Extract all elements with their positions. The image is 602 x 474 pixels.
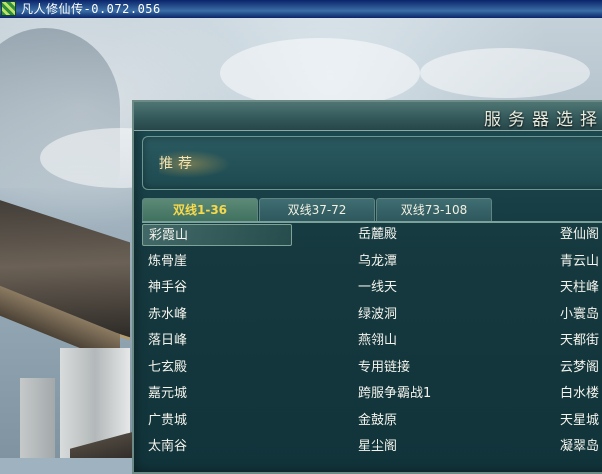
- server-item[interactable]: 嘉元城: [142, 383, 292, 405]
- recommend-box: 推荐: [142, 136, 602, 190]
- server-item[interactable]: 小寰岛: [554, 304, 602, 326]
- server-item[interactable]: 金鼓原: [352, 410, 502, 432]
- server-item[interactable]: 岳麓殿: [352, 224, 502, 246]
- panel-title: 服务器选择: [484, 110, 602, 130]
- recommend-label: 推荐: [159, 150, 231, 178]
- server-item[interactable]: 云梦阁: [554, 357, 602, 379]
- server-item[interactable]: 跨服争霸战1: [352, 383, 502, 405]
- server-item[interactable]: 凝翠岛: [554, 436, 602, 458]
- server-item[interactable]: 专用链接: [352, 357, 502, 379]
- server-item[interactable]: 七玄殿: [142, 357, 292, 379]
- tab-divider: [142, 221, 602, 223]
- app-icon[interactable]: [1, 1, 16, 16]
- server-item[interactable]: 燕翎山: [352, 330, 502, 352]
- server-item[interactable]: 天柱峰: [554, 277, 602, 299]
- server-select-panel: 服务器选择 推荐 双线1-36 双线37-72 双线73-108 彩霞山炼骨崖神…: [132, 100, 602, 474]
- server-item[interactable]: 登仙阁: [554, 224, 602, 246]
- server-item[interactable]: 青云山: [554, 251, 602, 273]
- server-item[interactable]: 绿波洞: [352, 304, 502, 326]
- panel-header: 服务器选择: [134, 102, 602, 131]
- server-list: 彩霞山炼骨崖神手谷赤水峰落日峰七玄殿嘉元城广贵城太南谷 岳麓殿乌龙潭一线天绿波洞燕…: [142, 224, 602, 474]
- window-title-bar: 凡人修仙传-0.072.056: [0, 0, 602, 18]
- server-item[interactable]: 落日峰: [142, 330, 292, 352]
- cloud-art: [220, 38, 420, 108]
- server-item[interactable]: 一线天: [352, 277, 502, 299]
- window-title: 凡人修仙传-0.072.056: [21, 2, 161, 16]
- server-item[interactable]: 星尘阁: [352, 436, 502, 458]
- server-item[interactable]: 炼骨崖: [142, 251, 292, 273]
- server-item[interactable]: 彩霞山: [142, 224, 292, 246]
- temple-pillar-art: [20, 378, 55, 458]
- server-item[interactable]: 赤水峰: [142, 304, 292, 326]
- server-tabs: 双线1-36 双线37-72 双线73-108: [142, 198, 602, 222]
- server-item[interactable]: 天星城: [554, 410, 602, 432]
- server-item[interactable]: 白水楼: [554, 383, 602, 405]
- server-item[interactable]: 天都街: [554, 330, 602, 352]
- tab-double-line-73-108[interactable]: 双线73-108: [376, 198, 492, 222]
- server-item[interactable]: 广贵城: [142, 410, 292, 432]
- server-item[interactable]: 神手谷: [142, 277, 292, 299]
- tab-double-line-37-72[interactable]: 双线37-72: [259, 198, 375, 222]
- server-item[interactable]: 乌龙潭: [352, 251, 502, 273]
- server-item[interactable]: 太南谷: [142, 436, 292, 458]
- cloud-art: [420, 48, 590, 98]
- tab-double-line-1-36[interactable]: 双线1-36: [142, 198, 258, 222]
